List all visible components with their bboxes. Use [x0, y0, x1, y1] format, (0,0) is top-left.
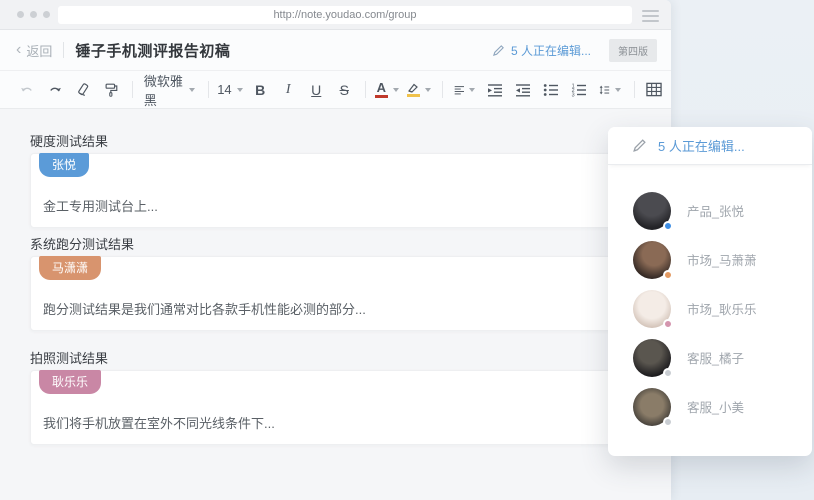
collaborators-list: 产品_张悦 市场_马萧萧 市场_耿乐乐 客服_橘子: [608, 165, 812, 431]
underline-button[interactable]: U: [305, 78, 327, 102]
back-label: 返回: [26, 41, 52, 60]
font-color-button[interactable]: A: [374, 78, 399, 102]
doc-section-card[interactable]: 马潇潇 跑分测试结果是我们通常对比各款手机性能必测的部分...: [30, 256, 640, 331]
collaborator-name: 客服_小美: [687, 397, 744, 416]
collaborators-panel: 5 人正在编辑... 产品_张悦 市场_马萧萧 市场_耿乐乐: [608, 127, 812, 456]
avatar: [633, 339, 671, 377]
avatar: [633, 241, 671, 279]
doc-section-card[interactable]: 张悦 金工专用测试台上...: [30, 153, 640, 228]
version-badge: 第四版: [609, 39, 657, 62]
avatar: [633, 290, 671, 328]
editing-status-text: 5 人正在编辑...: [511, 42, 591, 59]
collaborator-row[interactable]: 产品_张悦: [633, 186, 812, 235]
format-painter-icon[interactable]: [100, 78, 122, 102]
collaborator-name: 客服_橘子: [687, 348, 744, 367]
formatting-toolbar: 微软雅黑 14 B I U S A: [0, 71, 671, 109]
collaborator-name: 市场_耿乐乐: [687, 299, 756, 318]
avatar: [633, 192, 671, 230]
window-dot[interactable]: [17, 11, 24, 18]
status-dot: [663, 319, 673, 329]
strikethrough-button[interactable]: S: [333, 78, 355, 102]
collaborator-row[interactable]: 客服_小美: [633, 382, 812, 431]
doc-section-card[interactable]: 耿乐乐 我们将手机放置在室外不同光线条件下...: [30, 370, 640, 445]
avatar: [633, 388, 671, 426]
collaborators-count-text: 5 人正在编辑...: [658, 136, 745, 155]
section-text: 跑分测试结果是我们通常对比各款手机性能必测的部分...: [43, 299, 366, 318]
author-tag: 耿乐乐: [39, 370, 101, 394]
status-dot: [663, 221, 673, 231]
indent-decrease-button[interactable]: [512, 78, 534, 102]
line-spacing-button[interactable]: [596, 78, 624, 102]
collaborator-row[interactable]: 市场_马萧萧: [633, 235, 812, 284]
window-dot[interactable]: [43, 11, 50, 18]
section-text: 我们将手机放置在室外不同光线条件下...: [43, 413, 275, 432]
bold-button[interactable]: B: [249, 78, 271, 102]
author-tag: 马潇潇: [39, 256, 101, 280]
document-editor[interactable]: 硬度测试结果 张悦 金工专用测试台上... 系统跑分测试结果 马潇潇 跑分测试结…: [0, 110, 671, 500]
window-dot[interactable]: [30, 11, 37, 18]
back-button[interactable]: ‹ 返回: [16, 41, 52, 60]
status-dot: [663, 270, 673, 280]
svg-text:3: 3: [572, 92, 575, 96]
collaborator-name: 市场_马萧萧: [687, 250, 756, 269]
browser-window: http://note.youdao.com/group ‹ 返回 锤子手机测评…: [0, 0, 671, 500]
italic-button[interactable]: I: [277, 78, 299, 102]
indent-increase-button[interactable]: [484, 78, 506, 102]
collaborator-name: 产品_张悦: [687, 201, 744, 220]
highlighter-icon: [406, 83, 420, 93]
collaborator-row[interactable]: 客服_橘子: [633, 333, 812, 382]
collaborator-row[interactable]: 市场_耿乐乐: [633, 284, 812, 333]
numbered-list-button[interactable]: 123: [568, 78, 590, 102]
window-controls[interactable]: [17, 11, 50, 18]
browser-chrome: http://note.youdao.com/group: [0, 0, 671, 30]
section-text: 金工专用测试台上...: [43, 196, 158, 215]
browser-menu-icon[interactable]: [642, 10, 659, 25]
clear-format-eraser-icon[interactable]: [72, 78, 94, 102]
collaborators-panel-header: 5 人正在编辑...: [608, 127, 812, 165]
section-heading: 硬度测试结果: [30, 131, 108, 150]
bullet-list-button[interactable]: [540, 78, 562, 102]
highlight-color-button[interactable]: [405, 78, 431, 102]
align-button[interactable]: [451, 78, 479, 102]
chevron-left-icon: ‹: [16, 42, 21, 58]
font-family-select[interactable]: 微软雅黑: [141, 78, 198, 102]
editing-status[interactable]: 5 人正在编辑...: [492, 42, 591, 59]
font-size-select[interactable]: 14: [217, 78, 244, 102]
status-dot: [663, 417, 673, 427]
author-tag: 张悦: [39, 153, 89, 177]
undo-button[interactable]: [16, 78, 38, 102]
status-dot: [663, 368, 673, 378]
divider: [63, 42, 64, 58]
section-heading: 拍照测试结果: [30, 348, 108, 367]
page-title: 锤子手机测评报告初稿: [75, 40, 230, 61]
address-bar[interactable]: http://note.youdao.com/group: [58, 6, 632, 24]
insert-table-button[interactable]: [643, 78, 665, 102]
document-header: ‹ 返回 锤子手机测评报告初稿 5 人正在编辑... 第四版: [0, 30, 671, 71]
redo-button[interactable]: [44, 78, 66, 102]
pencil-icon: [492, 44, 505, 57]
pencil-icon: [632, 138, 647, 153]
section-heading: 系统跑分测试结果: [30, 234, 134, 253]
